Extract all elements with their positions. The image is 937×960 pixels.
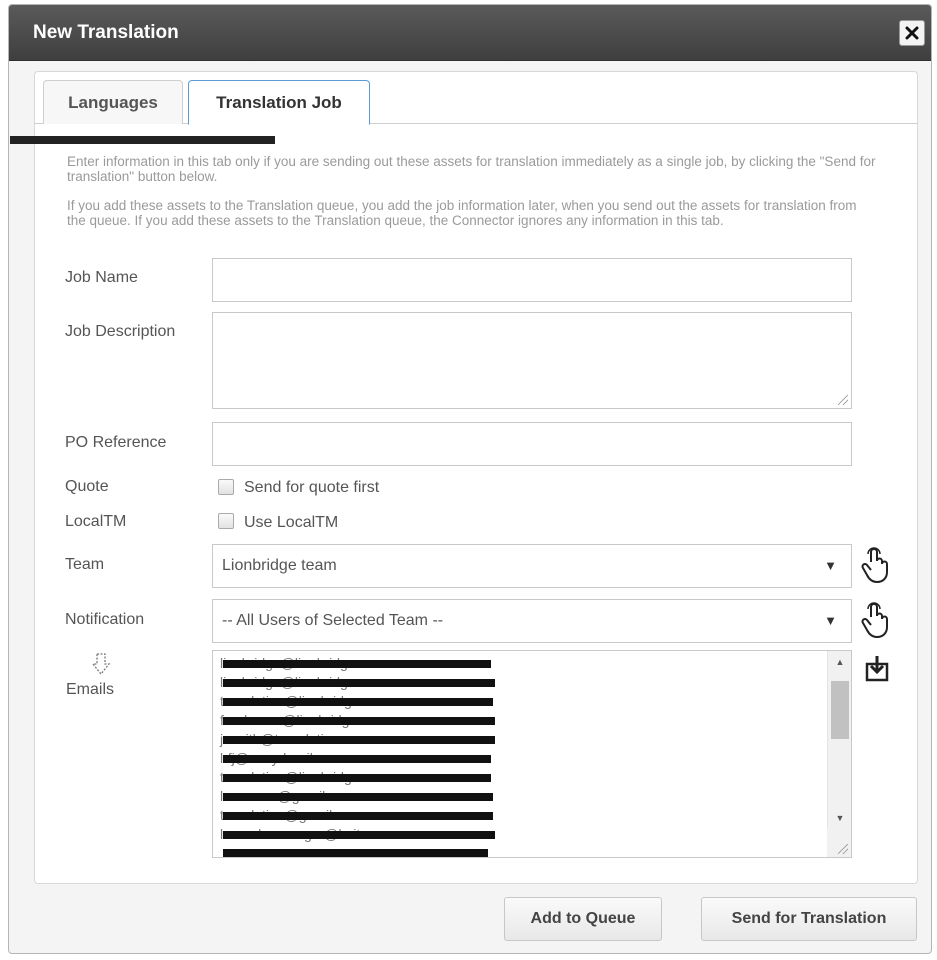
scrollbar-thumb[interactable] xyxy=(831,681,849,739)
redaction-bar xyxy=(223,679,495,687)
job-name-label: Job Name xyxy=(65,269,138,286)
tab-translation-job-label: Translation Job xyxy=(216,92,342,112)
close-button[interactable] xyxy=(899,20,925,46)
new-translation-dialog: New Translation Languages Translation Jo… xyxy=(8,4,932,954)
use-localtm-checkbox[interactable] xyxy=(218,513,234,529)
download-icon[interactable] xyxy=(865,654,889,682)
add-to-queue-label: Add to Queue xyxy=(530,910,636,927)
hand-pointer-icon[interactable] xyxy=(859,601,891,639)
po-reference-input[interactable] xyxy=(212,422,852,466)
notification-select-value: -- All Users of Selected Team -- xyxy=(222,612,444,629)
dialog-titlebar: New Translation xyxy=(9,5,931,61)
send-for-quote-label[interactable]: Send for quote first xyxy=(244,479,379,497)
tab-languages[interactable]: Languages xyxy=(43,80,183,124)
scroll-down-icon[interactable]: ▼ xyxy=(828,813,851,823)
hand-pointer-icon[interactable] xyxy=(859,546,891,584)
emails-textarea[interactable]: lionbridge@lionbridge.com lionbridge@lio… xyxy=(212,650,852,858)
redaction-bar xyxy=(223,849,488,857)
team-select-value: Lionbridge team xyxy=(222,557,337,574)
redaction-bar xyxy=(223,717,495,725)
emails-scrollbar[interactable]: ▲ ▼ xyxy=(827,651,851,829)
redaction-bar xyxy=(223,831,495,839)
send-for-quote-checkbox[interactable] xyxy=(218,479,234,495)
team-label: Team xyxy=(65,556,105,573)
add-to-queue-button[interactable]: Add to Queue xyxy=(504,897,662,941)
translation-panel: Languages Translation Job Enter informat… xyxy=(10,71,918,884)
add-arrow-icon xyxy=(91,653,111,676)
intro-paragraph-2: If you add these assets to the Translati… xyxy=(67,198,857,228)
use-localtm-label[interactable]: Use LocalTM xyxy=(244,514,338,532)
redaction-bar xyxy=(223,660,491,668)
scroll-corner xyxy=(827,827,851,857)
dropdown-arrow-icon: ▼ xyxy=(824,613,837,628)
send-for-translation-label: Send for Translation xyxy=(731,910,887,927)
job-description-textarea[interactable] xyxy=(212,312,852,409)
redaction-bar xyxy=(223,698,493,706)
tab-languages-label: Languages xyxy=(68,92,158,112)
tab-translation-job[interactable]: Translation Job xyxy=(188,80,370,125)
job-description-label: Job Description xyxy=(65,323,176,340)
scroll-up-icon[interactable]: ▲ xyxy=(828,657,851,667)
redaction-bar xyxy=(223,793,493,801)
redaction-bar xyxy=(10,136,275,144)
dropdown-arrow-icon: ▼ xyxy=(824,558,837,573)
dialog-title: New Translation xyxy=(33,22,179,43)
localtm-label: LocalTM xyxy=(65,513,127,530)
redaction-bar xyxy=(223,812,493,820)
redaction-bar xyxy=(223,774,491,782)
resize-handle-icon[interactable] xyxy=(838,844,848,854)
po-reference-label: PO Reference xyxy=(65,434,167,451)
close-icon xyxy=(905,26,919,40)
intro-paragraph-1: Enter information in this tab only if yo… xyxy=(67,154,876,184)
emails-label: Emails xyxy=(66,681,115,698)
redaction-bar xyxy=(223,736,495,744)
resize-handle-icon[interactable] xyxy=(838,395,848,405)
quote-label: Quote xyxy=(65,478,109,495)
send-for-translation-button[interactable]: Send for Translation xyxy=(701,897,917,941)
job-name-input[interactable] xyxy=(212,258,852,302)
redaction-bar xyxy=(223,755,491,763)
notification-select[interactable]: -- All Users of Selected Team -- ▼ xyxy=(212,599,852,643)
team-select[interactable]: Lionbridge team ▼ xyxy=(212,544,852,588)
notification-label: Notification xyxy=(65,611,145,628)
